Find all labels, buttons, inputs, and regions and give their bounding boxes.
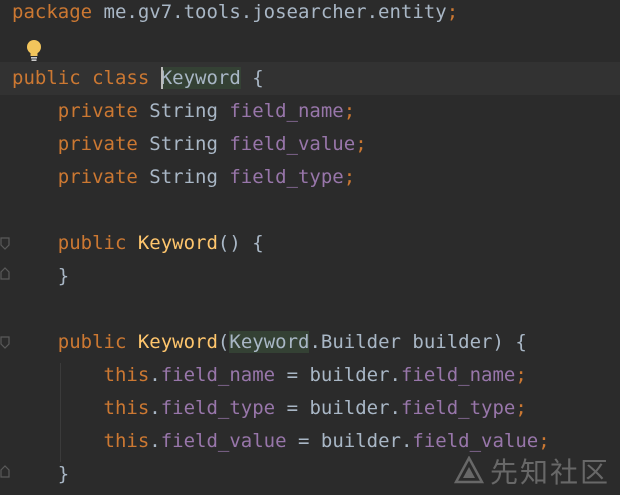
watermark: 先知社区 [453,453,610,489]
code-token: ( [217,331,230,353]
code-token: field_value [412,430,539,452]
code-token: public [12,331,138,353]
code-token: } [12,463,70,485]
code-token: class [92,67,161,89]
code-token: public [12,232,138,254]
code-token: = builder. [275,397,401,419]
code-token: Keyword [160,67,241,89]
code-token: me.gv7.tools.josearcher.entity [103,1,447,23]
code-token: ; [515,364,527,386]
code-token: = builder. [286,430,413,452]
code-token: Keyword [137,232,218,254]
code-line[interactable]: } [0,260,620,293]
code-line-text: this.field_type = builder.field_type; [12,392,527,425]
code-token: ; [446,1,459,23]
code-token: ; [538,430,550,452]
code-token: this [12,430,150,452]
code-token: public [12,67,93,89]
code-token: String [149,100,230,122]
code-line[interactable]: this.field_name = builder.field_name; [0,359,620,392]
code-line-text: private String field_name; [12,95,355,128]
code-token: Keyword [137,331,218,353]
code-token: ; [343,100,356,122]
code-token: field_name [160,364,276,386]
fold-marker-icon[interactable] [0,464,10,478]
code-editor[interactable]: package me.gv7.tools.josearcher.entity; p… [0,0,620,495]
code-token: field_type [400,397,516,419]
code-line-text: public class Keyword { [12,62,264,95]
code-line[interactable]: public Keyword() { [0,227,620,260]
code-token: ; [355,133,367,155]
code-token: field_value [229,133,356,155]
code-token: . [149,430,161,452]
code-token: private [12,133,150,155]
code-line[interactable] [0,293,620,326]
code-line-text: package me.gv7.tools.josearcher.entity; [12,0,458,29]
code-token: field_value [160,430,287,452]
code-token: private [12,100,150,122]
code-token: this [12,397,150,419]
code-line[interactable]: public Keyword(Keyword.Builder builder) … [0,326,620,359]
code-token: . [149,397,161,419]
code-token: } [12,265,70,287]
lightbulb-icon[interactable] [24,38,44,62]
code-token: .Builder builder) { [309,331,527,353]
code-line-text: private String field_value; [12,128,367,161]
code-token: . [149,364,161,386]
code-token: this [12,364,150,386]
code-token: ; [343,166,356,188]
code-token: () { [217,232,264,254]
code-token: ; [515,397,527,419]
code-line[interactable]: private String field_value; [0,128,620,161]
code-line[interactable]: private String field_name; [0,95,620,128]
watermark-text: 先知社区 [489,456,610,489]
code-token: field_type [160,397,276,419]
fold-marker-icon[interactable] [0,237,10,251]
code-token: String [149,166,230,188]
fold-marker-icon[interactable] [0,336,10,350]
code-token: package [12,1,104,23]
code-line[interactable] [0,29,620,62]
code-token: field_name [400,364,516,386]
code-line-text: public Keyword(Keyword.Builder builder) … [12,326,527,359]
xianzhi-logo-icon [453,456,484,484]
code-line[interactable]: this.field_type = builder.field_type; [0,392,620,425]
text-caret [160,66,163,89]
code-line[interactable]: public class Keyword { [0,62,620,95]
fold-marker-icon[interactable] [0,266,10,280]
code-token: field_name [229,100,344,122]
code-token: = builder. [275,364,401,386]
code-token: { [240,67,264,89]
code-line-text: private String field_type; [12,161,355,194]
code-token: field_type [229,166,344,188]
code-token: private [12,166,150,188]
code-line-text: } [12,458,69,491]
code-line-text: } [12,260,69,293]
code-line[interactable]: package me.gv7.tools.josearcher.entity; [0,0,620,29]
code-token: Keyword [229,331,310,353]
code-line[interactable]: private String field_type; [0,161,620,194]
code-token: String [149,133,230,155]
code-line[interactable] [0,194,620,227]
code-line-text: this.field_name = builder.field_name; [12,359,527,392]
code-line-text: public Keyword() { [12,227,264,260]
